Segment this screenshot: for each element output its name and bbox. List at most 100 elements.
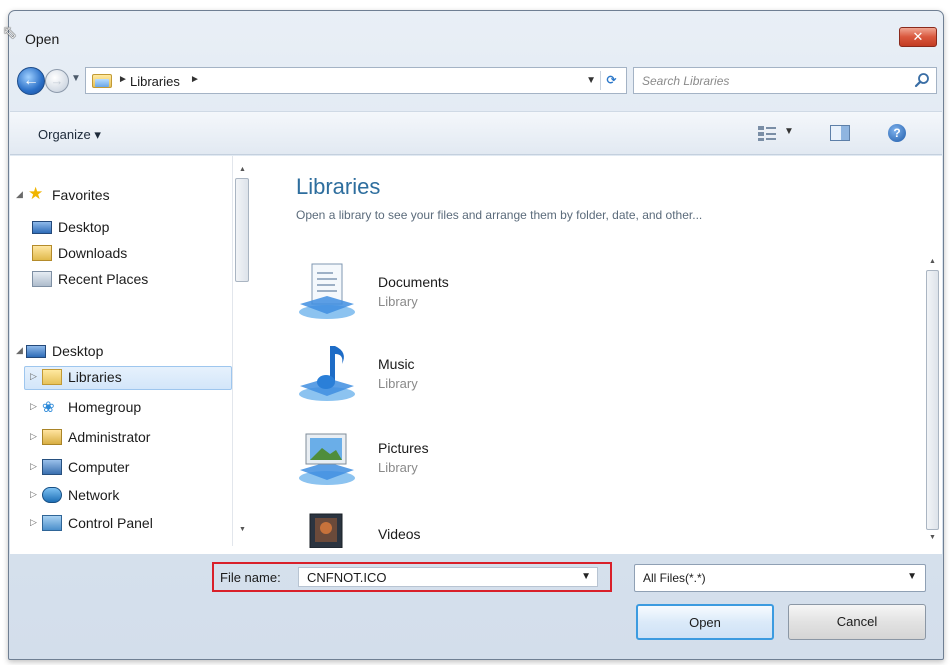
title-bar[interactable]: Open ✕	[9, 11, 943, 51]
library-item-pictures[interactable]: Pictures Library	[296, 426, 696, 506]
back-button[interactable]: ←	[17, 67, 45, 95]
refresh-icon[interactable]: ⟳	[600, 71, 622, 90]
library-type: Library	[378, 294, 418, 309]
collapsed-arrow-icon[interactable]: ▷	[30, 371, 37, 382]
navigation-pane-scrollbar[interactable]: ▲ ▼	[232, 156, 252, 546]
mouse-cursor-icon: ⬁	[2, 22, 18, 42]
recent-pages-dropdown-icon[interactable]: ▼	[71, 73, 81, 84]
scrollbar-thumb[interactable]	[926, 270, 939, 530]
search-input[interactable]	[642, 72, 892, 90]
expanded-arrow-icon[interactable]: ◢	[16, 189, 23, 200]
downloads-folder-icon	[32, 245, 52, 261]
scroll-up-arrow-icon[interactable]: ▲	[929, 258, 936, 265]
close-icon: ✕	[912, 29, 924, 44]
library-type: Library	[378, 460, 418, 475]
preview-pane-icon[interactable]	[830, 125, 850, 141]
open-dialog: Open ✕ ← → ▼ ► Libraries ► ▼ ⟳ O	[8, 10, 944, 660]
scrollbar-thumb[interactable]	[235, 178, 249, 282]
nav-item-administrator[interactable]: ▷ Administrator	[10, 426, 230, 450]
library-name: Music	[378, 356, 415, 372]
view-options-dropdown-icon[interactable]: ▼	[784, 126, 794, 137]
collapsed-arrow-icon[interactable]: ▷	[30, 489, 37, 500]
nav-item-network[interactable]: ▷ Network	[10, 484, 230, 508]
control-panel-icon	[42, 515, 62, 531]
filename-input[interactable]: CNFNOT.ICO ▼	[298, 567, 598, 587]
nav-item-desktop-favorite[interactable]: Desktop	[10, 216, 230, 240]
collapsed-arrow-icon[interactable]: ▷	[30, 431, 37, 442]
nav-item-desktop[interactable]: ◢ Desktop	[10, 340, 230, 364]
nav-item-label: Recent Places	[58, 271, 149, 287]
library-item-videos[interactable]: Videos	[296, 512, 696, 552]
computer-icon	[42, 459, 62, 475]
star-icon: ★	[28, 184, 44, 203]
address-dropdown-icon[interactable]: ▼	[586, 75, 596, 86]
forward-arrow-icon: →	[50, 73, 64, 88]
desktop-icon	[26, 345, 46, 358]
nav-item-label: Homegroup	[68, 399, 142, 415]
cancel-button[interactable]: Cancel	[788, 604, 926, 640]
library-heading: Libraries	[296, 174, 381, 199]
scroll-down-arrow-icon[interactable]: ▼	[239, 526, 246, 533]
help-icon[interactable]: ?	[888, 124, 906, 142]
filename-value: CNFNOT.ICO	[307, 570, 387, 585]
recent-places-icon	[32, 271, 52, 287]
videos-library-icon	[309, 513, 343, 548]
forward-button[interactable]: →	[45, 69, 69, 93]
nav-item-label: Downloads	[58, 245, 128, 261]
close-button[interactable]: ✕	[899, 27, 937, 47]
file-type-dropdown-icon[interactable]: ▼	[907, 571, 917, 582]
libraries-folder-icon	[42, 369, 62, 385]
dialog-footer: File name: CNFNOT.ICO ▼ All Files(*.*) ▼…	[10, 554, 942, 660]
nav-item-label: Administrator	[68, 429, 151, 445]
collapsed-arrow-icon[interactable]: ▷	[30, 517, 37, 528]
nav-item-homegroup[interactable]: ▷ ❀ Homegroup	[10, 396, 230, 420]
nav-item-computer[interactable]: ▷ Computer	[10, 456, 230, 480]
nav-item-favorites[interactable]: ◢ ★ Favorites	[10, 184, 230, 208]
address-bar: ← → ▼ ► Libraries ► ▼ ⟳	[9, 61, 943, 101]
nav-item-label: Libraries	[68, 369, 122, 385]
nav-item-libraries[interactable]: ▷ Libraries	[10, 366, 232, 390]
dialog-title: Open	[25, 31, 60, 47]
nav-item-control-panel[interactable]: ▷ Control Panel	[10, 512, 230, 536]
search-icon[interactable]	[914, 72, 930, 88]
music-library-icon	[299, 346, 355, 401]
library-name: Documents	[378, 274, 449, 290]
collapsed-arrow-icon[interactable]: ▷	[30, 461, 37, 472]
nav-item-label: Control Panel	[68, 515, 153, 531]
nav-item-label: Network	[68, 487, 120, 503]
breadcrumb-arrow-icon[interactable]: ►	[190, 74, 200, 85]
library-item-music[interactable]: Music Library	[296, 342, 696, 422]
libraries-folder-icon	[92, 74, 112, 88]
breadcrumb-arrow-icon[interactable]: ►	[118, 74, 128, 85]
breadcrumb-libraries[interactable]: Libraries	[130, 74, 180, 89]
nav-item-label: Favorites	[52, 187, 110, 203]
organize-button[interactable]: Organize ▾	[38, 127, 101, 143]
file-list-pane: Libraries Open a library to see your fil…	[258, 156, 942, 554]
address-field[interactable]: ► Libraries ► ▼ ⟳	[85, 67, 627, 94]
command-bar: Organize ▾ ▼ ?	[10, 111, 942, 155]
library-description: Open a library to see your files and arr…	[296, 208, 703, 222]
library-name: Videos	[378, 526, 421, 542]
user-folder-icon	[42, 429, 62, 445]
navigation-pane: ◢ ★ Favorites Desktop Downloads Recent P…	[10, 156, 258, 554]
change-view-icon[interactable]	[756, 124, 778, 142]
homegroup-icon: ❀	[42, 399, 55, 416]
file-list-scrollbar[interactable]: ▲ ▼	[924, 252, 942, 552]
nav-item-downloads[interactable]: Downloads	[10, 242, 230, 266]
scroll-up-arrow-icon[interactable]: ▲	[239, 166, 246, 173]
search-field[interactable]	[633, 67, 937, 94]
network-icon	[42, 487, 62, 503]
expanded-arrow-icon[interactable]: ◢	[16, 345, 23, 356]
browser-content: ◢ ★ Favorites Desktop Downloads Recent P…	[10, 156, 942, 554]
back-arrow-icon: ←	[23, 72, 39, 89]
library-item-documents[interactable]: Documents Library	[296, 260, 696, 340]
documents-library-icon	[299, 263, 355, 319]
nav-item-recent-places[interactable]: Recent Places	[10, 268, 230, 292]
open-button[interactable]: Open	[636, 604, 774, 640]
scroll-down-arrow-icon[interactable]: ▼	[929, 534, 936, 541]
desktop-icon	[32, 221, 52, 234]
filename-dropdown-icon[interactable]: ▼	[581, 571, 591, 582]
collapsed-arrow-icon[interactable]: ▷	[30, 401, 37, 412]
nav-item-label: Computer	[68, 459, 130, 475]
file-type-select[interactable]: All Files(*.*) ▼	[634, 564, 926, 592]
